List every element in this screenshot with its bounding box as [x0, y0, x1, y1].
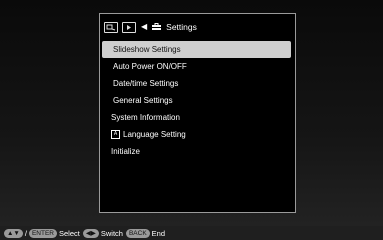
panel-title: Settings [166, 22, 197, 32]
slash-separator: / [24, 228, 27, 238]
menu-item-language-setting[interactable]: A Language Setting [102, 126, 291, 143]
switch-label: Switch [100, 228, 123, 238]
settings-panel: ◀ Settings Slideshow Settings Auto Power… [99, 13, 296, 213]
left-arrow-icon: ◀ [141, 22, 148, 31]
menu-item-label: System Information [111, 113, 180, 122]
menu-item-label: Initialize [111, 147, 140, 156]
language-icon: A [111, 130, 120, 139]
playback-icon[interactable] [122, 21, 136, 33]
select-label: Select [59, 228, 80, 238]
button-guide-bar: ▲▼ / ENTER Select ◀▶ Switch BACK End [0, 226, 383, 240]
screen: ◀ Settings Slideshow Settings Auto Power… [0, 0, 383, 226]
menu-item-general-settings[interactable]: General Settings [102, 92, 291, 109]
enter-key-icon: ENTER [28, 228, 57, 238]
menu-item-system-information[interactable]: System Information [102, 109, 291, 126]
menu-item-date-time-settings[interactable]: Date/time Settings [102, 75, 291, 92]
end-label: End [151, 228, 166, 238]
menu-item-label: General Settings [113, 96, 173, 105]
leftright-key-icon: ◀▶ [82, 228, 99, 238]
menu-item-slideshow-settings[interactable]: Slideshow Settings [102, 41, 291, 58]
menu-item-label: Slideshow Settings [113, 45, 181, 54]
toolbox-icon [151, 18, 162, 36]
menu-item-label: Auto Power ON/OFF [113, 62, 187, 71]
menu-item-initialize[interactable]: Initialize [102, 143, 291, 160]
panel-header: ◀ Settings [100, 14, 295, 40]
updown-key-icon: ▲▼ [4, 228, 23, 238]
menu-item-auto-power[interactable]: Auto Power ON/OFF [102, 58, 291, 75]
slideshow-icon[interactable] [104, 21, 118, 33]
settings-menu: Slideshow Settings Auto Power ON/OFF Dat… [100, 41, 295, 160]
menu-item-label: Language Setting [123, 130, 186, 139]
menu-item-label: Date/time Settings [113, 79, 179, 88]
back-key-icon: BACK [125, 228, 150, 238]
